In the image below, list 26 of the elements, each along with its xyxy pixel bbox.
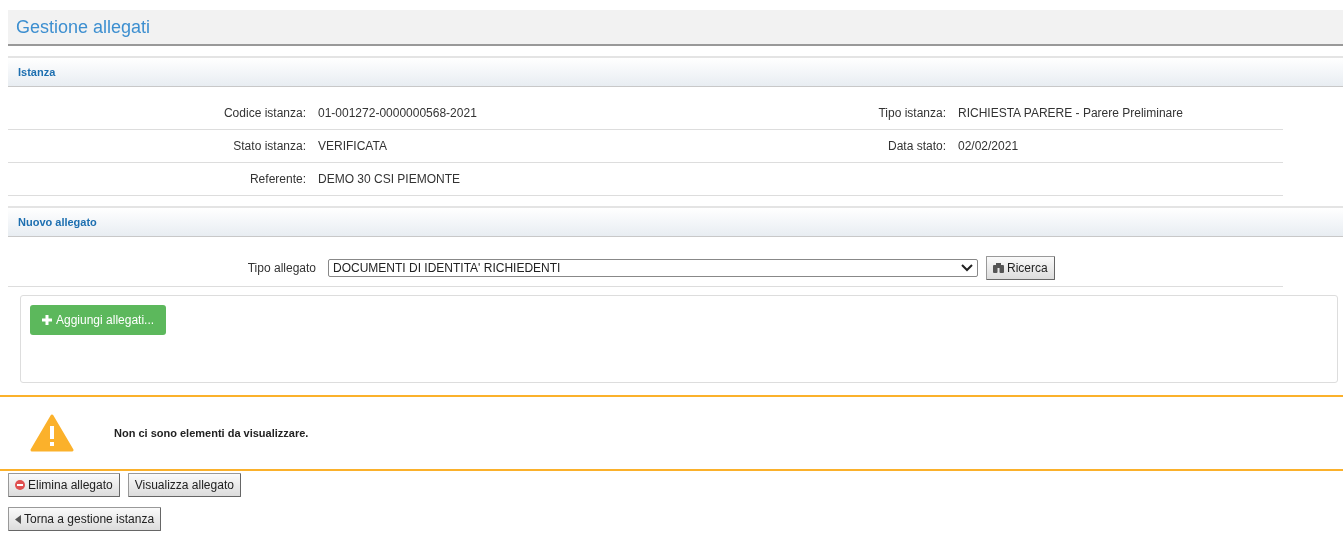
section-title: Nuovo allegato (18, 216, 97, 228)
warning-icon (30, 414, 74, 452)
field-label: Referente: (248, 172, 307, 186)
field-value: 02/02/2021 (958, 139, 1020, 153)
field-value: VERIFICATA (318, 139, 388, 153)
search-button[interactable]: Ricerca (986, 256, 1055, 280)
page-title: Gestione allegati (16, 16, 151, 38)
field-value: DEMO 30 CSI PIEMONTE (318, 172, 462, 186)
chevron-down-icon (961, 264, 973, 272)
section-title: Istanza (18, 66, 56, 78)
minus-circle-icon (15, 480, 25, 490)
field-label: Codice istanza: (222, 106, 307, 120)
field-value: 01-001272-0000000568-2021 (318, 106, 478, 120)
type-dropdown[interactable]: DOCUMENTI DI IDENTITA' RICHIEDENTI (328, 259, 978, 277)
binoculars-icon (993, 263, 1004, 273)
action-button[interactable]: Elimina allegato (8, 473, 120, 497)
left-triangle-icon (15, 514, 21, 524)
field-label: Data stato: (886, 139, 947, 153)
message-text: Non ci sono elementi da visualizzare. (114, 427, 309, 439)
field-label: Tipo istanza: (877, 106, 947, 120)
field-value: RICHIESTA PARERE - Parere Preliminare (958, 106, 1184, 120)
plus-icon (42, 315, 52, 325)
action-button[interactable]: Visualizza allegato (127, 473, 241, 497)
back-button[interactable]: Torna a gestione istanza (8, 507, 162, 531)
field-label: Tipo allegato (246, 261, 317, 275)
field-label: Stato istanza: (232, 139, 307, 153)
